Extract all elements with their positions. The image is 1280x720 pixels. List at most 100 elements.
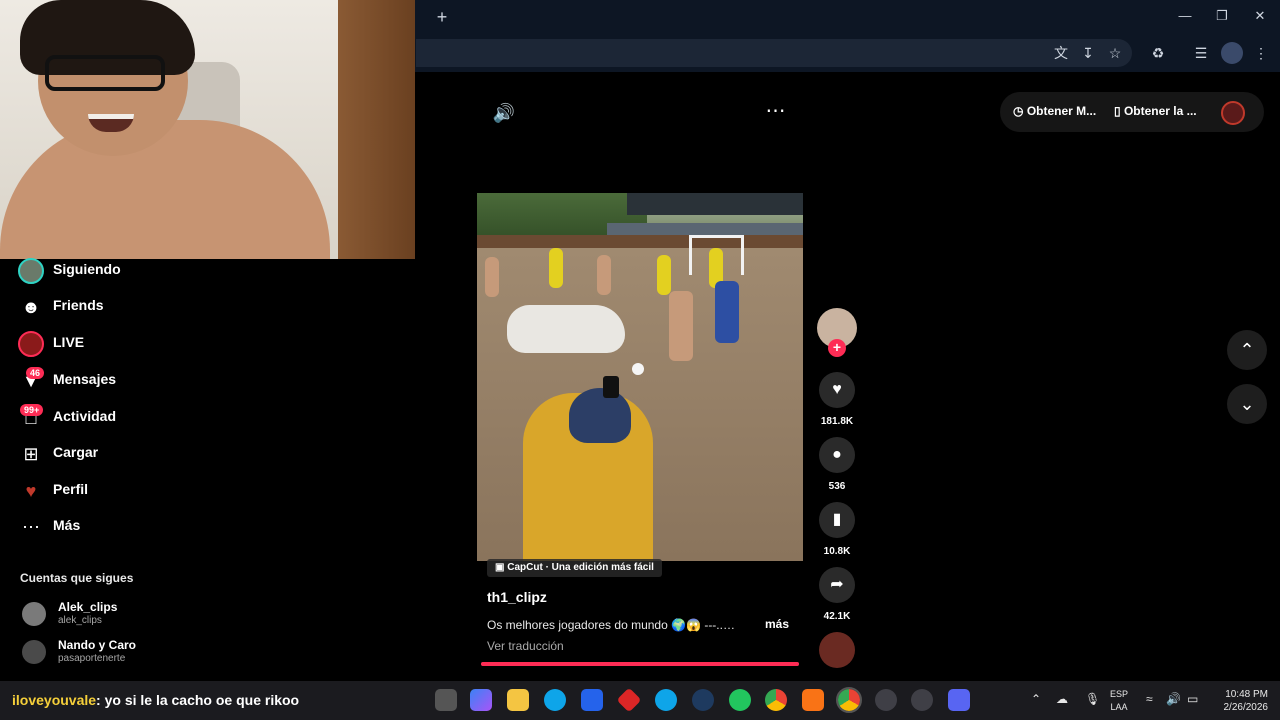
like-button[interactable]: ♥ [819, 372, 855, 408]
video-fence [477, 235, 803, 249]
edge-icon[interactable] [544, 689, 566, 711]
input-language-indicator[interactable]: ESP LAA [1110, 688, 1128, 714]
app-icon[interactable] [875, 689, 897, 711]
share-arrow-icon: ➦ [830, 576, 844, 593]
video-caption: Os melhores jogadores do mundo 🌍😱 ---..… [487, 618, 735, 632]
comment-button[interactable]: ● [819, 437, 855, 473]
address-bar[interactable] [416, 39, 1132, 67]
sidebar-item-label: Friends [53, 297, 104, 313]
avatar [22, 640, 46, 664]
video-player[interactable] [477, 193, 803, 561]
sidebar-item-following[interactable]: Siguiendo [14, 255, 234, 287]
sidebar-item-live[interactable]: LIVE [14, 328, 234, 360]
task-view-icon[interactable] [435, 689, 457, 711]
menu-icon[interactable]: ⋮ [1250, 42, 1272, 64]
discord-icon[interactable] [948, 689, 970, 711]
profile-icon: ♥ [25, 481, 37, 501]
get-app-label: Obtener M... [1026, 104, 1097, 118]
sidebar-item-label: Actividad [53, 408, 117, 424]
translate-icon[interactable]: 文 [1050, 42, 1072, 64]
see-translation-link[interactable]: Ver traducción [487, 639, 564, 653]
chat-message: : yo si le la cacho oe que rikoo [96, 692, 300, 708]
restore-icon[interactable]: ❐ [1207, 4, 1237, 28]
volume-icon[interactable]: 🔊 [492, 101, 516, 125]
chevron-down-icon: ⌄ [1239, 394, 1255, 414]
following-avatar-icon [18, 258, 44, 284]
activity-badge: 99+ [20, 404, 44, 416]
media-control-icon[interactable]: ☰ [1190, 42, 1212, 64]
whatsapp-icon[interactable] [729, 689, 751, 711]
account-handle: pasaportenerte [58, 653, 126, 664]
sidebar-item-label: Siguiendo [53, 261, 121, 277]
close-icon[interactable]: ✕ [1245, 4, 1275, 28]
sidebar-item-profile[interactable]: ♥ Perfil [14, 475, 234, 507]
video-progress-fill [481, 662, 799, 666]
onedrive-icon[interactable]: ☁ [1056, 692, 1068, 706]
sidebar-item-messages[interactable]: ▼ 46 Mensajes [14, 365, 234, 397]
friends-icon: ☻ [21, 297, 41, 317]
user-avatar[interactable] [1221, 101, 1245, 125]
lang-line-2: LAA [1110, 702, 1128, 712]
sidebar-item-friends[interactable]: ☻ Friends [14, 291, 234, 323]
sidebar-item-upload[interactable]: ⊞ Cargar [14, 438, 234, 470]
video-ball [632, 363, 644, 375]
new-tab-button[interactable]: + [432, 6, 452, 28]
phone-icon: ▯ [1114, 104, 1124, 118]
brave-icon[interactable] [802, 689, 824, 711]
tray-overflow-icon[interactable]: ⌃ [1031, 692, 1041, 706]
copilot-icon[interactable] [470, 689, 492, 711]
steam-icon[interactable] [692, 689, 714, 711]
video-roof [627, 193, 803, 215]
profile-icon[interactable] [1221, 42, 1243, 64]
battery-icon[interactable]: ▭ [1187, 692, 1198, 706]
caption-more-button[interactable]: más [765, 617, 789, 631]
following-accounts-title: Cuentas que sigues [20, 571, 134, 585]
video-player-figure [549, 248, 563, 288]
minimize-icon[interactable]: — [1170, 4, 1200, 28]
save-count: 10.8K [823, 546, 851, 557]
next-video-button[interactable]: ⌄ [1227, 384, 1267, 424]
wifi-icon[interactable]: ≈ [1146, 692, 1153, 706]
sidebar-item-label: LIVE [53, 334, 85, 350]
chrome-active-icon[interactable] [836, 687, 862, 713]
capcut-label[interactable]: ▣ CapCut · Una edición más fácil [487, 559, 662, 577]
microphone-icon[interactable]: 🎙 [1085, 692, 1100, 706]
store-icon[interactable] [581, 689, 603, 711]
sidebar-item-activity[interactable]: □ 99+ Actividad [14, 402, 234, 434]
followed-account-item[interactable]: Alek_clips alek_clips [20, 600, 220, 634]
upload-icon: ⊞ [23, 444, 39, 464]
obs-icon[interactable] [911, 689, 933, 711]
chat-username: iloveyouvale [12, 692, 97, 708]
save-button[interactable]: ▮ [819, 502, 855, 538]
get-app-button[interactable]: ◷ Obtener M... [1013, 104, 1096, 118]
previous-video-button[interactable]: ⌃ [1227, 330, 1267, 370]
sidebar-item-label: Cargar [53, 444, 99, 460]
install-app-icon[interactable]: ↧ [1077, 42, 1099, 64]
volume-tray-icon[interactable]: 🔊 [1166, 692, 1181, 706]
music-disc-avatar[interactable] [819, 632, 855, 668]
video-player-figure [715, 281, 739, 343]
sidebar-item-label: Más [53, 517, 81, 533]
coin-icon: ◷ [1013, 104, 1027, 118]
file-explorer-icon[interactable] [507, 689, 529, 711]
more-options-icon[interactable]: ⋯ [764, 101, 788, 125]
avatar [22, 602, 46, 626]
video-player-figure [597, 255, 611, 295]
account-name: Alek_clips [58, 600, 118, 614]
get-desktop-app-button[interactable]: ▯ Obtener la ... [1114, 104, 1197, 118]
telegram-icon[interactable] [655, 689, 677, 711]
bookmark-star-icon[interactable]: ☆ [1104, 42, 1126, 64]
followed-account-item[interactable]: Nando y Caro pasaportenerte [20, 638, 220, 672]
messages-badge: 46 [26, 367, 45, 379]
video-author[interactable]: th1_clipz [487, 589, 547, 605]
follow-plus-icon[interactable]: + [828, 339, 846, 357]
share-button[interactable]: ➦ [819, 567, 855, 603]
chrome-icon[interactable] [765, 689, 787, 711]
extensions-icon[interactable]: ♻ [1147, 42, 1169, 64]
sidebar-item-more[interactable]: ⋯ Más [14, 511, 234, 543]
sidebar-item-label: Mensajes [53, 371, 117, 387]
video-bull [507, 305, 625, 353]
account-name: Nando y Caro [58, 638, 137, 652]
system-clock[interactable]: 10:48 PM 2/26/2026 [1212, 688, 1269, 714]
sidebar-item-label: Perfil [53, 481, 89, 497]
